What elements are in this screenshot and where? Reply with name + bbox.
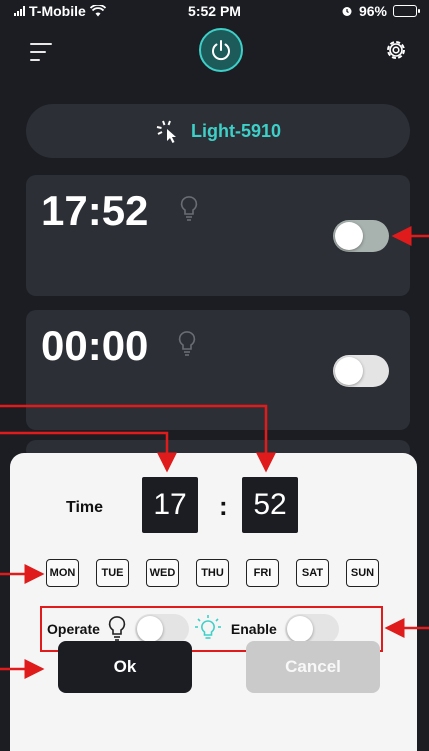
top-bar [0,26,429,76]
bulb-icon [108,616,126,641]
day-mon[interactable]: MON [46,559,79,587]
cursor-click-icon [156,120,176,143]
schedule-dialog: Time 17 : 52 MON TUE WED THU FRI SAT SUN… [10,453,417,751]
bulb-icon [180,196,198,221]
alarm-icon [342,7,352,16]
hour-picker[interactable]: 17 [142,477,198,533]
time-separator: : [219,491,228,521]
operate-label: Operate [47,621,100,637]
status-bar: T-Mobile 5:52 PM 96% [0,0,429,22]
time-label: Time [66,499,104,516]
day-fri[interactable]: FRI [246,559,279,587]
power-button[interactable] [199,28,243,72]
schedule-toggle[interactable] [333,355,389,387]
day-sat[interactable]: SAT [296,559,329,587]
bulb-icon [178,331,196,356]
day-tue[interactable]: TUE [96,559,129,587]
enable-toggle[interactable] [284,614,339,644]
battery-icon [393,5,420,17]
day-sun[interactable]: SUN [346,559,379,587]
schedule-card[interactable]: 17:52 [26,175,410,296]
schedule-card[interactable]: 00:00 [26,310,410,430]
day-thu[interactable]: THU [196,559,229,587]
weekday-selector: MON TUE WED THU FRI SAT SUN [46,559,379,587]
day-wed[interactable]: WED [146,559,179,587]
enable-label: Enable [230,621,277,637]
cancel-button[interactable]: Cancel [246,641,380,693]
operate-toggle[interactable] [134,614,189,644]
minute-picker[interactable]: 52 [242,477,298,533]
device-name: Light-5910 [190,120,282,141]
gear-icon[interactable] [384,38,408,62]
device-selector[interactable]: Light-5910 [26,104,410,158]
ok-button[interactable]: Ok [58,641,192,693]
power-icon [212,40,230,61]
battery-percent: 96% [358,3,387,19]
schedule-time: 00:00 [41,322,149,369]
bulb-lit-icon [194,615,221,639]
schedule-toggle[interactable] [333,220,389,252]
menu-icon[interactable] [30,43,52,67]
schedule-time: 17:52 [41,187,149,234]
